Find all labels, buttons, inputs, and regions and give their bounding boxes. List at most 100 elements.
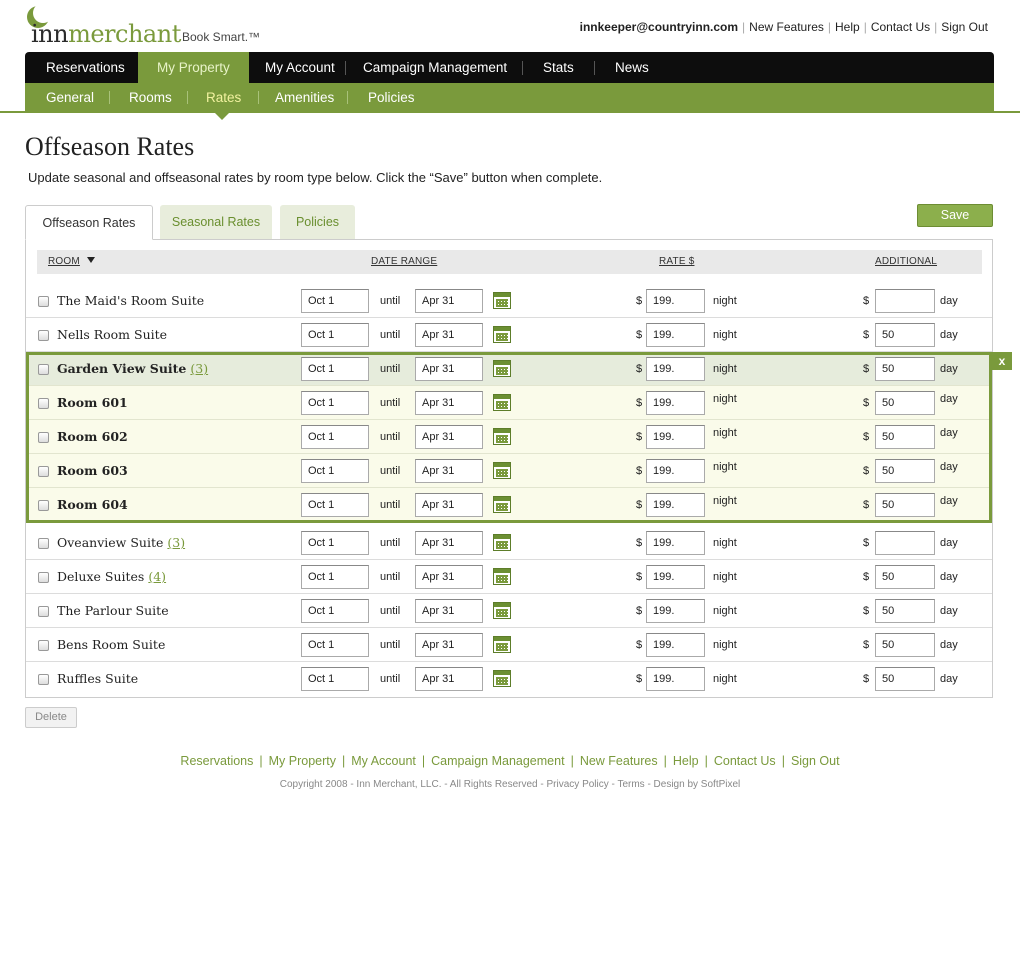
- calendar-icon[interactable]: [493, 428, 511, 445]
- date-from-input[interactable]: Oct 1: [301, 289, 369, 313]
- calendar-icon[interactable]: [493, 326, 511, 343]
- rate-input[interactable]: 199.: [646, 493, 705, 517]
- row-checkbox[interactable]: [38, 330, 49, 341]
- date-from-input[interactable]: Oct 1: [301, 323, 369, 347]
- footer-link-help[interactable]: Help: [673, 754, 699, 768]
- date-from-input[interactable]: Oct 1: [301, 667, 369, 691]
- date-from-input[interactable]: Oct 1: [301, 599, 369, 623]
- row-checkbox[interactable]: [38, 432, 49, 443]
- tab-seasonal-rates[interactable]: Seasonal Rates: [160, 205, 272, 240]
- subnav-amenities[interactable]: Amenities: [275, 83, 334, 112]
- footer-link-new-features[interactable]: New Features: [580, 754, 658, 768]
- row-checkbox[interactable]: [38, 538, 49, 549]
- row-checkbox[interactable]: [38, 674, 49, 685]
- date-from-input[interactable]: Oct 1: [301, 493, 369, 517]
- account-email[interactable]: innkeeper@countryinn.com: [580, 20, 742, 34]
- row-checkbox[interactable]: [38, 296, 49, 307]
- calendar-icon[interactable]: [493, 568, 511, 585]
- date-to-input[interactable]: Apr 31: [415, 357, 483, 381]
- row-checkbox[interactable]: [38, 572, 49, 583]
- date-to-input[interactable]: Apr 31: [415, 289, 483, 313]
- rate-input[interactable]: 199.: [646, 391, 705, 415]
- room-count-link[interactable]: (4): [148, 569, 166, 584]
- tab-offseason-rates[interactable]: Offseason Rates: [25, 205, 153, 240]
- additional-input[interactable]: [875, 531, 935, 555]
- nav-my-account[interactable]: My Account: [265, 52, 335, 83]
- row-checkbox[interactable]: [38, 500, 49, 511]
- calendar-icon[interactable]: [493, 670, 511, 687]
- subnav-rooms[interactable]: Rooms: [129, 83, 172, 112]
- additional-input[interactable]: 50: [875, 633, 935, 657]
- date-to-input[interactable]: Apr 31: [415, 565, 483, 589]
- room-count-link[interactable]: (3): [167, 535, 185, 550]
- footer-link-my-property[interactable]: My Property: [269, 754, 336, 768]
- subnav-general[interactable]: General: [46, 83, 94, 112]
- additional-input[interactable]: [875, 289, 935, 313]
- calendar-icon[interactable]: [493, 496, 511, 513]
- additional-input[interactable]: 50: [875, 391, 935, 415]
- date-to-input[interactable]: Apr 31: [415, 633, 483, 657]
- date-to-input[interactable]: Apr 31: [415, 531, 483, 555]
- additional-input[interactable]: 50: [875, 323, 935, 347]
- footer-link-campaign-management[interactable]: Campaign Management: [431, 754, 564, 768]
- nav-campaign-management[interactable]: Campaign Management: [363, 52, 507, 83]
- date-to-input[interactable]: Apr 31: [415, 391, 483, 415]
- row-checkbox[interactable]: [38, 640, 49, 651]
- row-checkbox[interactable]: [38, 398, 49, 409]
- footer-link-my-account[interactable]: My Account: [351, 754, 416, 768]
- row-checkbox[interactable]: [38, 364, 49, 375]
- subnav-policies[interactable]: Policies: [368, 83, 415, 112]
- rate-input[interactable]: 199.: [646, 289, 705, 313]
- date-from-input[interactable]: Oct 1: [301, 357, 369, 381]
- date-to-input[interactable]: Apr 31: [415, 323, 483, 347]
- nav-my-property[interactable]: My Property: [138, 52, 249, 83]
- calendar-icon[interactable]: [493, 394, 511, 411]
- date-to-input[interactable]: Apr 31: [415, 459, 483, 483]
- date-to-input[interactable]: Apr 31: [415, 493, 483, 517]
- calendar-icon[interactable]: [493, 292, 511, 309]
- calendar-icon[interactable]: [493, 360, 511, 377]
- top-link-help[interactable]: Help: [831, 20, 864, 34]
- top-link-new-features[interactable]: New Features: [745, 20, 828, 34]
- additional-input[interactable]: 50: [875, 425, 935, 449]
- rate-input[interactable]: 199.: [646, 565, 705, 589]
- tab-policies[interactable]: Policies: [280, 205, 355, 240]
- date-from-input[interactable]: Oct 1: [301, 565, 369, 589]
- delete-button[interactable]: Delete: [25, 707, 77, 728]
- date-from-input[interactable]: Oct 1: [301, 391, 369, 415]
- rate-input[interactable]: 199.: [646, 323, 705, 347]
- sort-down-icon[interactable]: [86, 257, 95, 263]
- date-to-input[interactable]: Apr 31: [415, 425, 483, 449]
- additional-input[interactable]: 50: [875, 459, 935, 483]
- logo[interactable]: innmerchant Book Smart.™: [27, 3, 267, 48]
- date-from-input[interactable]: Oct 1: [301, 531, 369, 555]
- footer-link-sign-out[interactable]: Sign Out: [791, 754, 840, 768]
- date-from-input[interactable]: Oct 1: [301, 459, 369, 483]
- rate-input[interactable]: 199.: [646, 357, 705, 381]
- top-link-sign-out[interactable]: Sign Out: [937, 20, 992, 34]
- date-from-input[interactable]: Oct 1: [301, 633, 369, 657]
- date-to-input[interactable]: Apr 31: [415, 667, 483, 691]
- calendar-icon[interactable]: [493, 602, 511, 619]
- rate-input[interactable]: 199.: [646, 531, 705, 555]
- rate-input[interactable]: 199.: [646, 425, 705, 449]
- save-button[interactable]: Save: [917, 204, 993, 227]
- footer-link-contact[interactable]: Contact Us: [714, 754, 776, 768]
- row-checkbox[interactable]: [38, 606, 49, 617]
- nav-stats[interactable]: Stats: [543, 52, 574, 83]
- additional-input[interactable]: 50: [875, 357, 935, 381]
- date-from-input[interactable]: Oct 1: [301, 425, 369, 449]
- room-count-link[interactable]: (3): [190, 361, 208, 376]
- nav-reservations[interactable]: Reservations: [46, 52, 125, 83]
- rate-input[interactable]: 199.: [646, 599, 705, 623]
- rate-input[interactable]: 199.: [646, 459, 705, 483]
- header-date-range[interactable]: DATE RANGE: [371, 256, 437, 267]
- row-checkbox[interactable]: [38, 466, 49, 477]
- calendar-icon[interactable]: [493, 462, 511, 479]
- header-rate[interactable]: RATE $: [659, 256, 694, 267]
- nav-news[interactable]: News: [615, 52, 649, 83]
- calendar-icon[interactable]: [493, 534, 511, 551]
- rate-input[interactable]: 199.: [646, 633, 705, 657]
- top-link-contact[interactable]: Contact Us: [867, 20, 934, 34]
- additional-input[interactable]: 50: [875, 599, 935, 623]
